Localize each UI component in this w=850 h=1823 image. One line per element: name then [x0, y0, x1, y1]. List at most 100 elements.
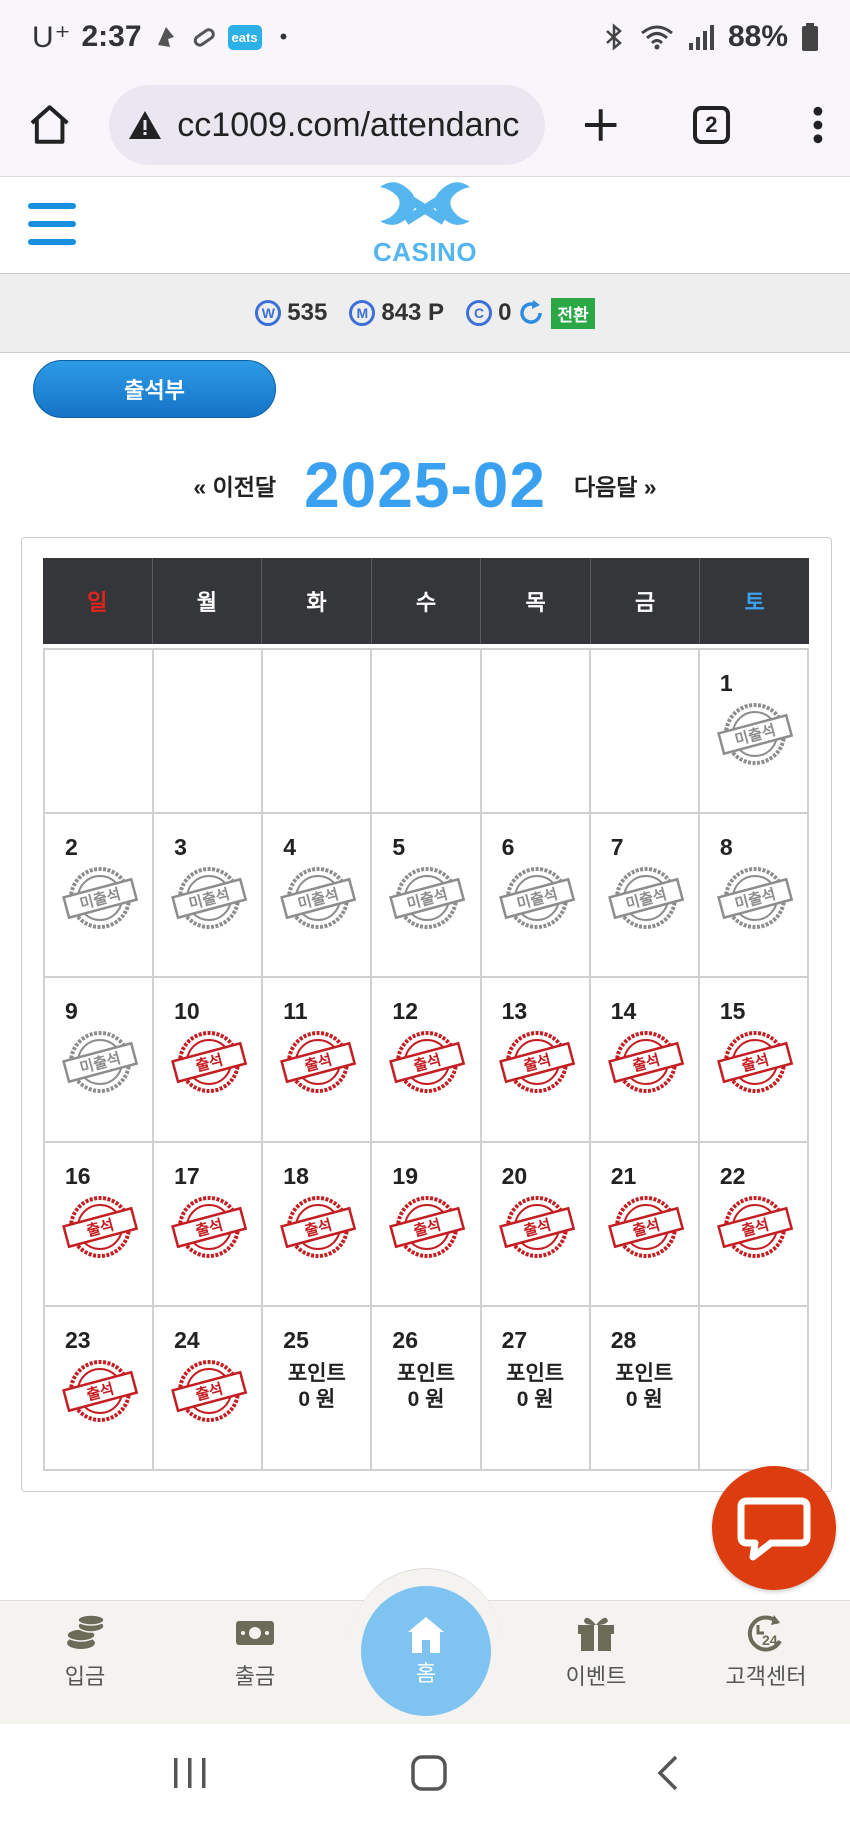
tab-switcher-button[interactable]: 2	[692, 106, 731, 144]
weekday-tue: 화	[262, 558, 372, 644]
calendar-day-cell[interactable]: 2 미출석	[45, 814, 155, 979]
points-title: 포인트	[506, 1361, 565, 1385]
prev-month-link[interactable]: « 이전달	[193, 468, 276, 502]
attended-stamp-icon: 출석	[62, 1359, 139, 1422]
pill-icon	[193, 28, 215, 47]
nav-deposit[interactable]: 입금	[25, 1613, 145, 1691]
day-number: 28	[610, 1326, 637, 1353]
nav-event[interactable]: 이벤트	[536, 1613, 656, 1691]
absent-stamp-icon: 미출석	[62, 867, 139, 930]
calendar-day-cell[interactable]: 27 포인트 0 원	[481, 1306, 591, 1471]
house-icon	[408, 1617, 444, 1653]
won-coin-icon: W	[255, 300, 282, 326]
copyright-coin-icon: C	[466, 300, 493, 326]
calendar-day-cell[interactable]: 5 미출석	[372, 814, 482, 979]
attended-stamp-icon: 출석	[498, 1031, 575, 1094]
site-header: CASINO	[0, 176, 850, 273]
logo-text: CASINO	[372, 237, 478, 267]
calendar-empty-cell	[154, 650, 264, 815]
next-month-link[interactable]: 다음달 »	[574, 468, 657, 502]
hamburger-menu-icon[interactable]	[28, 203, 76, 245]
attendance-button[interactable]: 출석부	[33, 360, 276, 418]
battery-icon	[802, 23, 818, 51]
calendar-day-cell[interactable]: 20 출석	[481, 1142, 591, 1307]
more-menu-icon[interactable]	[812, 105, 824, 145]
weekday-thu: 목	[481, 558, 591, 644]
calendar-day-cell[interactable]: 13 출석	[481, 978, 591, 1143]
chat-bubble-icon	[737, 1497, 811, 1561]
system-home-icon[interactable]	[410, 1754, 448, 1792]
nav-home[interactable]: 홈	[361, 1586, 491, 1716]
calendar-day-cell[interactable]: 17 출석	[154, 1142, 264, 1307]
back-icon[interactable]	[654, 1754, 680, 1792]
points-label: 포인트 0 원	[372, 1361, 479, 1413]
calendar-day-cell[interactable]: 3 미출석	[154, 814, 264, 979]
logo-mark-icon	[380, 182, 470, 225]
points-value: 0 원	[407, 1387, 445, 1411]
live-chat-button[interactable]	[712, 1466, 836, 1590]
address-bar[interactable]: cc1009.com/attendanc	[109, 85, 546, 165]
url-text[interactable]: cc1009.com/attendanc	[177, 106, 519, 145]
calendar-day-cell[interactable]: 25 포인트 0 원	[263, 1306, 373, 1471]
day-number: 16	[65, 1162, 91, 1189]
home-icon[interactable]	[26, 101, 73, 149]
svg-text:24: 24	[762, 1632, 778, 1648]
day-number: 17	[174, 1162, 200, 1189]
calendar-day-cell[interactable]: 8 미출석	[699, 814, 809, 979]
calendar-day-cell[interactable]: 19 출석	[372, 1142, 482, 1307]
weekday-sun: 일	[43, 558, 153, 644]
day-number: 14	[610, 998, 637, 1025]
nav-withdraw[interactable]: 출금	[195, 1613, 315, 1691]
calendar-day-cell[interactable]: 18 출석	[263, 1142, 373, 1307]
points-title: 포인트	[615, 1361, 674, 1385]
recent-apps-icon[interactable]	[170, 1756, 210, 1790]
calendar-day-cell[interactable]: 22 출석	[699, 1142, 809, 1307]
attended-stamp-icon: 출석	[280, 1031, 357, 1094]
mileage-amount: 843 P	[381, 299, 445, 326]
calendar-empty-cell	[372, 650, 482, 815]
calendar-day-cell[interactable]: 23 출석	[45, 1306, 155, 1471]
calendar-day-cell[interactable]: 12 출석	[372, 978, 482, 1143]
status-left: U⁺ 2:37 eats •	[32, 20, 602, 55]
day-number: 22	[719, 1162, 746, 1189]
battery-percent: 88%	[727, 20, 788, 53]
calendar-empty-cell	[590, 650, 700, 815]
calendar-day-cell[interactable]: 28 포인트 0 원	[590, 1306, 700, 1471]
nav-home-label: 홈	[415, 1661, 437, 1686]
day-number: 20	[501, 1162, 528, 1189]
mileage-balance: M 843 P	[349, 299, 444, 327]
calendar-grid: 1 미출석 2 미출석 3 미출석 4 미출석 5 미출석 6 미출석 7 미출석 8 미출석 9 미출석 10 출석…	[43, 648, 809, 1471]
month-navigation: « 이전달 2025-02 다음달 »	[0, 445, 850, 525]
calendar-day-cell[interactable]: 1 미출석	[699, 650, 809, 815]
calendar-day-cell[interactable]: 9 미출석	[45, 978, 155, 1143]
calendar-day-cell[interactable]: 26 포인트 0 원	[372, 1306, 482, 1471]
calendar-day-cell[interactable]: 7 미출석	[590, 814, 700, 979]
refresh-icon[interactable]	[517, 299, 545, 327]
calendar-day-cell[interactable]: 16 출석	[45, 1142, 155, 1307]
calendar-day-cell[interactable]: 24 출석	[154, 1306, 264, 1471]
day-number: 10	[174, 998, 200, 1025]
absent-stamp-icon: 미출석	[607, 867, 684, 930]
switch-button[interactable]: 전환	[551, 297, 595, 329]
calendar-empty-cell	[45, 650, 155, 815]
mileage-coin-icon: M	[349, 300, 376, 326]
calendar-day-cell[interactable]: 6 미출석	[481, 814, 591, 979]
calendar-day-cell[interactable]: 21 출석	[590, 1142, 700, 1307]
attended-stamp-icon: 출석	[171, 1031, 248, 1094]
day-number: 6	[501, 834, 515, 861]
calendar-day-cell[interactable]: 11 출석	[263, 978, 373, 1143]
signal-icon	[688, 25, 714, 50]
calendar-day-cell[interactable]: 14 출석	[590, 978, 700, 1143]
calendar-day-cell[interactable]: 15 출석	[699, 978, 809, 1143]
absent-stamp-icon: 미출석	[716, 703, 794, 765]
new-tab-icon[interactable]	[581, 105, 620, 145]
site-logo[interactable]: CASINO	[366, 179, 484, 269]
day-number: 12	[392, 998, 419, 1025]
weekday-wed: 수	[372, 558, 482, 644]
nav-support[interactable]: 24 고객센터	[706, 1613, 826, 1691]
calendar-day-cell[interactable]: 4 미출석	[263, 814, 373, 979]
calendar-day-cell[interactable]: 10 출석	[154, 978, 264, 1143]
warning-icon[interactable]	[127, 109, 163, 141]
day-number: 5	[392, 834, 406, 861]
absent-stamp-icon: 미출석	[62, 1031, 139, 1094]
